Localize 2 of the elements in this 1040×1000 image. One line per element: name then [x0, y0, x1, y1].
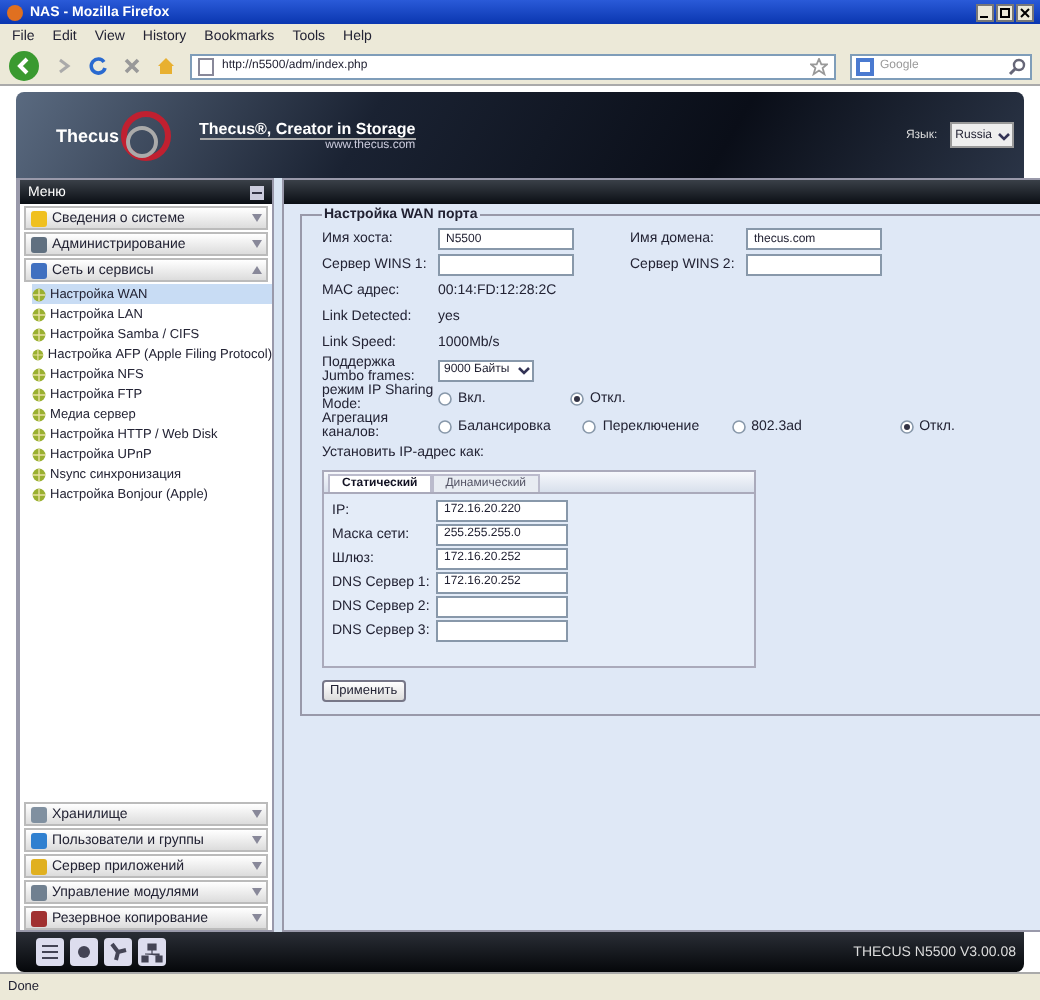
logo-text: Thecus [56, 125, 120, 145]
tagline: Thecus®, Creator in Storage [199, 119, 416, 139]
